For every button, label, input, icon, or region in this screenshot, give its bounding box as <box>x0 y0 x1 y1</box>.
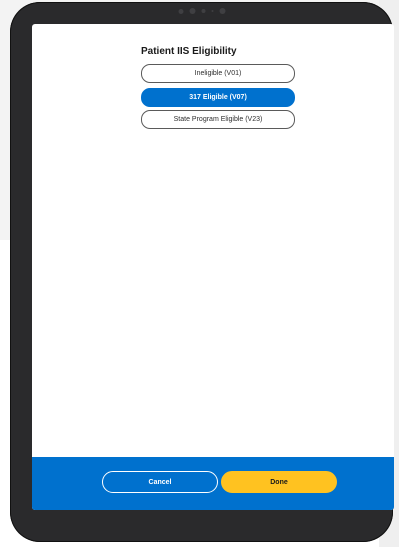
modal-title: Patient IIS Eligibility <box>141 46 237 57</box>
sensor-dot-icon <box>178 8 183 14</box>
modal-footer: Cancel Done <box>32 457 394 510</box>
sensor-dot-icon <box>189 8 195 14</box>
tablet-frame: Patient IIS Eligibility Ineligible (V01)… <box>10 2 394 542</box>
stage: Patient IIS Eligibility Ineligible (V01)… <box>0 0 399 547</box>
camera-icon <box>201 9 205 13</box>
option-state-program-eligible-v23[interactable]: State Program Eligible (V23) <box>141 110 295 129</box>
sensor-dot-icon <box>219 8 225 14</box>
done-button[interactable]: Done <box>221 471 337 493</box>
option-317-eligible-v07[interactable]: 317 Eligible (V07) <box>141 88 295 107</box>
option-ineligible-v01[interactable]: Ineligible (V01) <box>141 64 295 83</box>
sensor-dot-icon <box>211 10 213 12</box>
cancel-button[interactable]: Cancel <box>102 471 218 493</box>
front-camera-sensors <box>178 8 225 14</box>
eligibility-modal: Patient IIS Eligibility Ineligible (V01)… <box>32 24 394 510</box>
